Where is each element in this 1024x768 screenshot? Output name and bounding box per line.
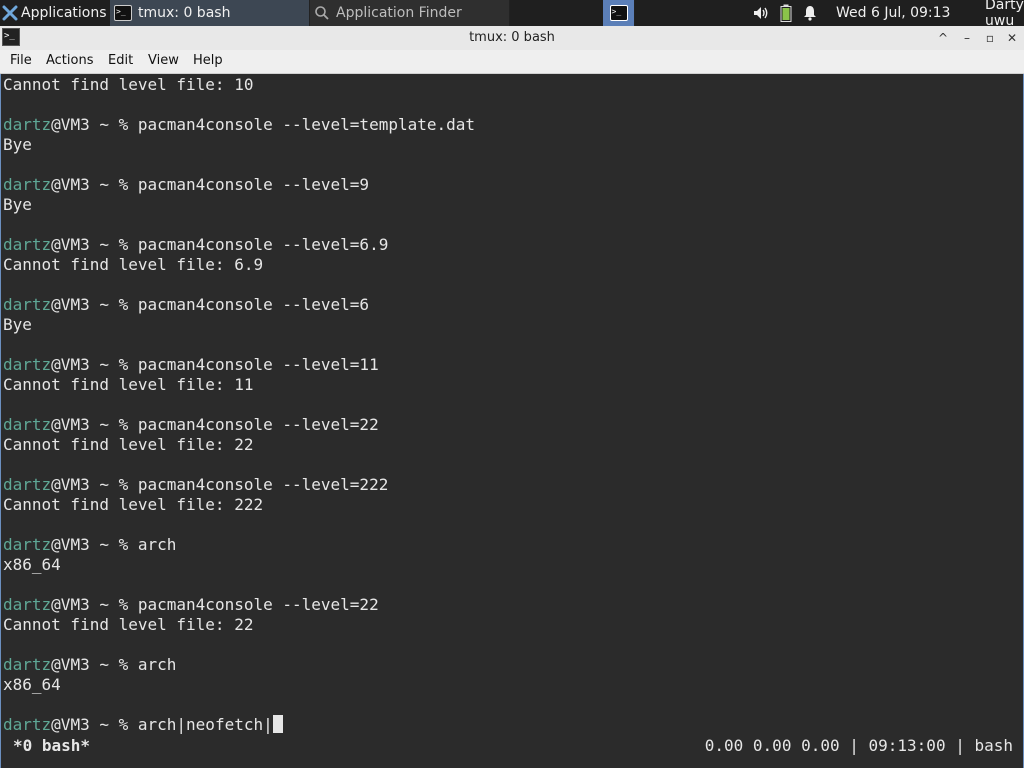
- menu-file[interactable]: File: [8, 53, 34, 68]
- clock[interactable]: Wed 6 Jul, 09:13: [836, 0, 950, 26]
- prompt-user: dartz: [3, 295, 52, 314]
- taskbar-item-label: Application Finder: [336, 5, 462, 21]
- output-line: Cannot find level file: 11: [3, 375, 254, 394]
- output-line: x86_64: [3, 555, 61, 574]
- menu-help[interactable]: Help: [191, 53, 225, 68]
- prompt-host-path: @VM3 ~ %: [51, 415, 138, 434]
- notification-bell-icon[interactable]: [802, 5, 818, 21]
- prompt-user: dartz: [3, 535, 52, 554]
- prompt-host-path: @VM3 ~ %: [51, 655, 138, 674]
- close-button[interactable]: ✕: [1003, 29, 1021, 47]
- window-titlebar[interactable]: >_ tmux: 0 bash ^ – ▫ ✕: [0, 26, 1024, 51]
- prompt-line: dartz@VM3 ~ % pacman4console --level=222: [3, 475, 388, 495]
- prompt-host-path: @VM3 ~ %: [51, 535, 138, 554]
- prompt-line: dartz@VM3 ~ % pacman4console --level=22: [3, 415, 379, 435]
- system-tray: [752, 0, 818, 26]
- terminal-icon: >_: [609, 5, 628, 21]
- prompt-user: dartz: [3, 655, 52, 674]
- output-line: Cannot find level file: 22: [3, 435, 254, 454]
- prompt-user: dartz: [3, 475, 52, 494]
- command-text: pacman4console --level=9: [137, 175, 370, 194]
- prompt-user: dartz: [3, 355, 52, 374]
- command-text: pacman4console --level=22: [137, 415, 379, 434]
- workspace-switcher[interactable]: >_: [603, 0, 635, 26]
- prompt-line: dartz@VM3 ~ % pacman4console --level=22: [3, 595, 379, 615]
- prompt-host-path: @VM3 ~ %: [51, 115, 138, 134]
- output-line: Bye: [3, 135, 32, 154]
- terminal-area[interactable]: Cannot find level file: 10 dartz@VM3 ~ % …: [0, 74, 1024, 768]
- command-text: arch: [137, 655, 177, 674]
- prompt-line: dartz@VM3 ~ % pacman4console --level=tem…: [3, 115, 475, 135]
- prompt-user: dartz: [3, 415, 52, 434]
- menu-actions[interactable]: Actions: [44, 53, 96, 68]
- taskbar-item-app-finder[interactable]: Application Finder: [310, 0, 510, 26]
- window-title: tmux: 0 bash: [469, 30, 555, 45]
- command-text: pacman4console --level=11: [137, 355, 379, 374]
- tmux-status-right: 0.00 0.00 0.00 | 09:13:00 | bash: [704, 736, 1013, 755]
- output-line: Bye: [3, 315, 32, 334]
- prompt-line: dartz@VM3 ~ % pacman4console --level=11: [3, 355, 379, 375]
- output-line: Cannot find level file: 22: [3, 615, 254, 634]
- tmux-window-tab[interactable]: *0 bash*: [13, 736, 90, 756]
- prompt-line: dartz@VM3 ~ % pacman4console --level=9: [3, 175, 369, 195]
- prompt-host-path: @VM3 ~ %: [51, 235, 138, 254]
- prompt-line: dartz@VM3 ~ % pacman4console --level=6.9: [3, 235, 388, 255]
- command-text: pacman4console --level=222: [137, 475, 389, 494]
- prompt-line: dartz@VM3 ~ % pacman4console --level=6: [3, 295, 369, 315]
- prompt-line: dartz@VM3 ~ % arch: [3, 535, 176, 555]
- prompt-user: dartz: [3, 115, 52, 134]
- volume-icon[interactable]: [752, 5, 770, 21]
- output-line: Cannot find level file: 222: [3, 495, 264, 514]
- text-cursor: [272, 715, 283, 733]
- search-icon: [315, 6, 329, 20]
- prompt-user: dartz: [3, 175, 52, 194]
- command-input-line: dartz@VM3 ~ % arch|neofetch|: [3, 715, 283, 735]
- prompt-host-path: @VM3 ~ %: [51, 715, 138, 734]
- command-input[interactable]: arch|neofetch|: [138, 715, 273, 734]
- minimize-button[interactable]: –: [958, 29, 976, 47]
- output-line: Cannot find level file: 10: [3, 75, 254, 94]
- applications-menu-button[interactable]: Applications: [0, 0, 108, 26]
- prompt-user: dartz: [3, 235, 52, 254]
- user-name[interactable]: Darty uwu: [985, 0, 1024, 29]
- prompt-user: dartz: [3, 595, 52, 614]
- prompt-host-path: @VM3 ~ %: [51, 355, 138, 374]
- menu-view[interactable]: View: [146, 53, 181, 68]
- prompt-host-path: @VM3 ~ %: [51, 595, 138, 614]
- xfce-logo-icon: [2, 5, 18, 21]
- prompt-host-path: @VM3 ~ %: [51, 295, 138, 314]
- battery-icon[interactable]: [780, 4, 792, 22]
- output-line: Cannot find level file: 6.9: [3, 255, 264, 274]
- roll-up-button[interactable]: ^: [934, 29, 952, 47]
- command-text: pacman4console --level=6: [137, 295, 370, 314]
- menu-bar: File Actions Edit View Help: [0, 50, 1024, 74]
- command-text: pacman4console --level=template.dat: [137, 115, 476, 134]
- command-text: arch: [137, 535, 177, 554]
- taskbar-item-tmux[interactable]: >_ tmux: 0 bash: [110, 0, 310, 26]
- top-panel: Applications >_ tmux: 0 bash Application…: [0, 0, 1024, 29]
- maximize-button[interactable]: ▫: [981, 29, 999, 47]
- terminal-icon: >_: [114, 5, 132, 21]
- command-text: pacman4console --level=6.9: [137, 235, 389, 254]
- prompt-line: dartz@VM3 ~ % arch: [3, 655, 176, 675]
- prompt-host-path: @VM3 ~ %: [51, 175, 138, 194]
- applications-label: Applications: [21, 5, 107, 21]
- prompt-user: dartz: [3, 715, 52, 734]
- menu-edit[interactable]: Edit: [106, 53, 135, 68]
- output-line: x86_64: [3, 675, 61, 694]
- output-line: Bye: [3, 195, 32, 214]
- taskbar-item-label: tmux: 0 bash: [138, 5, 231, 21]
- command-text: pacman4console --level=22: [137, 595, 379, 614]
- prompt-host-path: @VM3 ~ %: [51, 475, 138, 494]
